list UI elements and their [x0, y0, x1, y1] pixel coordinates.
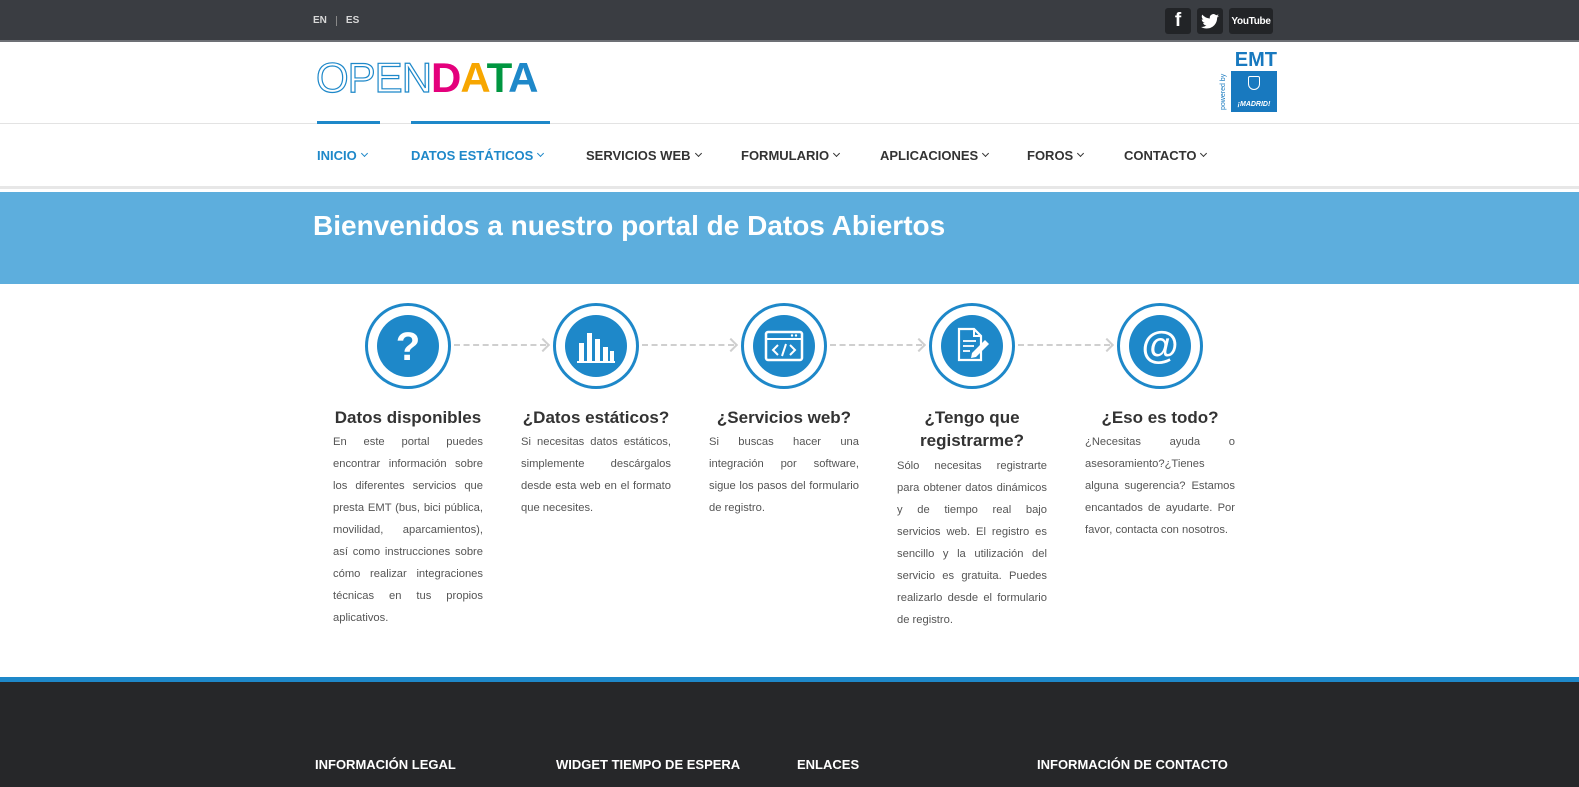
feature-title: ¿Tengo que registrarme? [920, 408, 1024, 450]
youtube-icon[interactable]: YouTube [1229, 8, 1273, 34]
madrid-crest-icon [1248, 76, 1260, 90]
footer-heading-legal: INFORMACIÓN LEGAL [315, 757, 456, 772]
feature-title: ¿Eso es todo? [1101, 408, 1219, 427]
chevron-down-icon [694, 149, 702, 157]
site-header: OPENDATA EMT ¡MADRID! powered by [0, 44, 1579, 124]
nav-item-inicio[interactable]: INICIO [317, 121, 380, 186]
language-switcher: EN ES [313, 15, 359, 26]
powered-by-label: powered by [1220, 73, 1227, 110]
footer-heading-widget: WIDGET TIEMPO DE ESPERA [556, 757, 741, 772]
feature-circle[interactable]: @ [1117, 303, 1203, 389]
feature-title: ¿Servicios web? [716, 408, 852, 427]
svg-text:@: @ [1141, 326, 1178, 366]
lang-es-link[interactable]: ES [346, 15, 359, 26]
feature-circle[interactable] [741, 303, 827, 389]
madrid-badge: ¡MADRID! [1231, 71, 1277, 112]
logo-letter: A [508, 54, 538, 101]
logo-open-text: OPEN [315, 54, 432, 101]
main-nav: INICIO DATOS ESTÁTICOS SERVICIOS WEB FOR… [0, 121, 1579, 189]
svg-text:?: ? [396, 326, 420, 366]
feature-circle[interactable] [929, 303, 1015, 389]
nav-item-aplicaciones[interactable]: APLICACIONES [880, 124, 990, 186]
lang-divider [335, 15, 337, 26]
step-connector [1018, 344, 1110, 346]
at-sign-icon: @ [1129, 315, 1191, 377]
nav-label: CONTACTO [1124, 147, 1197, 163]
feature-text: En este portal puedes encontrar informac… [333, 436, 483, 624]
nav-label: DATOS ESTÁTICOS [411, 147, 534, 163]
nav-label: FORMULARIO [741, 147, 830, 163]
feature-text: Sólo necesitas registrarte para obtener … [897, 460, 1047, 626]
chevron-down-icon [537, 149, 545, 157]
nav-label: SERVICIOS WEB [586, 147, 691, 163]
facebook-glyph: f [1174, 10, 1182, 31]
nav-item-servicios-web[interactable]: SERVICIOS WEB [586, 124, 702, 186]
question-icon: ? [377, 315, 439, 377]
feature-title: Datos disponibles [334, 408, 482, 427]
emt-wordmark: EMT [1234, 49, 1277, 71]
nav-label: FOROS [1027, 147, 1074, 163]
chevron-down-icon [1077, 149, 1085, 157]
facebook-icon[interactable]: f [1165, 8, 1191, 34]
nav-item-formulario[interactable]: FORMULARIO [741, 124, 841, 186]
step-connector [642, 344, 734, 346]
nav-item-datos-estaticos[interactable]: DATOS ESTÁTICOS [411, 121, 550, 186]
nav-label: APLICACIONES [880, 147, 979, 163]
lang-en-link[interactable]: EN [313, 15, 327, 26]
nav-item-contacto[interactable]: CONTACTO [1124, 124, 1208, 186]
chevron-down-icon [982, 149, 990, 157]
page-title: Bienvenidos a nuestro portal de Datos Ab… [313, 210, 946, 241]
feature-text: Si buscas hacer una integración por soft… [709, 436, 859, 514]
code-window-icon [753, 315, 815, 377]
opendata-logo[interactable]: OPENDATA [315, 56, 538, 99]
footer-heading-enlaces: ENLACES [797, 757, 860, 772]
feature-circle[interactable]: ? [365, 303, 451, 389]
feature-title: ¿Datos estáticos? [522, 408, 670, 427]
feature-text: Si necesitas datos estáticos, simplement… [521, 436, 671, 514]
twitter-icon[interactable] [1197, 8, 1223, 34]
bar-chart-icon [565, 315, 627, 377]
chevron-down-icon [360, 149, 368, 157]
document-pen-icon [941, 315, 1003, 377]
logo-letter: A [460, 54, 487, 101]
step-connector [830, 344, 922, 346]
feature-text: ¿Necesitas ayuda o asesoramiento?¿Tienes… [1085, 436, 1235, 536]
chevron-down-icon [833, 149, 841, 157]
welcome-banner: Bienvenidos a nuestro portal de Datos Ab… [0, 192, 1579, 284]
logo-letter: D [431, 54, 461, 101]
chevron-down-icon [1200, 149, 1208, 157]
nav-item-foros[interactable]: FOROS [1027, 124, 1085, 186]
step-connector [454, 344, 546, 346]
top-bar: EN ES f YouTube [0, 0, 1579, 42]
logo-data-text: DATA [431, 54, 538, 101]
logo-letter: T [486, 54, 510, 101]
youtube-glyph: YouTube [1231, 15, 1271, 27]
footer-heading-contacto: INFORMACIÓN DE CONTACTO [1037, 757, 1228, 772]
madrid-label: ¡MADRID! [1237, 101, 1271, 108]
feature-circle[interactable] [553, 303, 639, 389]
site-footer: INFORMACIÓN LEGAL WIDGET TIEMPO DE ESPER… [0, 682, 1579, 787]
nav-label: INICIO [317, 147, 357, 163]
emt-logo[interactable]: EMT ¡MADRID! powered by [1220, 50, 1277, 112]
